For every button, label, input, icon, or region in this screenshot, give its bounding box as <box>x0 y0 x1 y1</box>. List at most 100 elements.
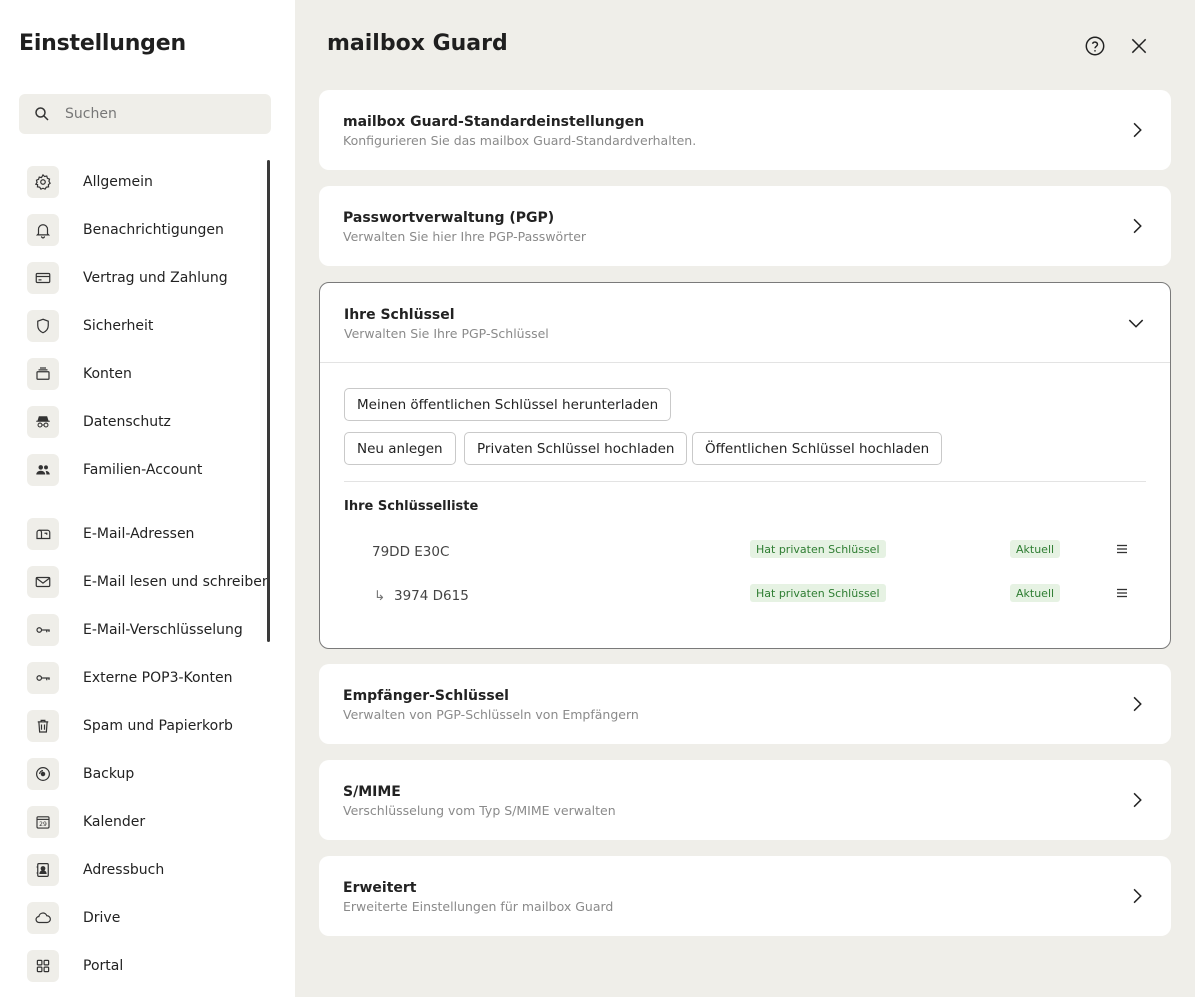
card-smime[interactable]: S/MIME Verschlüsselung vom Typ S/MIME ve… <box>319 760 1171 840</box>
upload-public-key-button[interactable]: Öffentlichen Schlüssel hochladen <box>692 432 943 465</box>
shield-icon <box>27 310 59 342</box>
private-key-badge: Hat privaten Schlüssel <box>750 540 886 558</box>
sidebar-item-adressbuch[interactable]: Adressbuch <box>27 854 267 886</box>
credit-card-icon <box>27 262 59 294</box>
upload-private-key-button[interactable]: Privaten Schlüssel hochladen <box>464 432 688 465</box>
settings-sidebar: Einstellungen Allgemein Benachrichtigung… <box>0 0 295 997</box>
contact-book-icon <box>27 854 59 886</box>
people-icon <box>27 454 59 486</box>
card-your-keys-header[interactable]: Ihre Schlüssel Verwalten Sie Ihre PGP-Sc… <box>320 283 1170 363</box>
sidebar-item-label: E-Mail-Verschlüsselung <box>83 622 243 638</box>
private-key-badge: Hat privaten Schlüssel <box>750 584 886 602</box>
stack-icon <box>27 358 59 390</box>
sidebar-item-e-mail-adressen[interactable]: E-Mail-Adressen <box>27 518 267 550</box>
card-recipient-keys[interactable]: Empfänger-Schlüssel Verwalten von PGP-Sc… <box>319 664 1171 744</box>
sidebar-item-benachrichtigungen[interactable]: Benachrichtigungen <box>27 214 267 246</box>
sidebar-item-label: Benachrichtigungen <box>83 222 224 238</box>
key-list-row: 79DD E30C Hat privaten Schlüssel Aktuell <box>344 540 1146 564</box>
help-icon <box>1085 36 1105 56</box>
card-advanced[interactable]: Erweitert Erweiterte Einstellungen für m… <box>319 856 1171 936</box>
sidebar-item-drive[interactable]: Drive <box>27 902 267 934</box>
card-title: Passwortverwaltung (PGP) <box>343 210 555 226</box>
close-button[interactable] <box>1127 34 1151 58</box>
key-list-title: Ihre Schlüsselliste <box>344 499 479 514</box>
key-list-row: ↳ 3974 D615 Hat privaten Schlüssel Aktue… <box>344 584 1146 608</box>
main-panel: mailbox Guard mailbox Guard-Standardeins… <box>295 0 1195 997</box>
sidebar-item-label: Vertrag und Zahlung <box>83 270 228 286</box>
search-box[interactable] <box>19 94 271 134</box>
chevron-right-icon <box>1133 696 1142 712</box>
sidebar-item-label: Sicherheit <box>83 318 154 334</box>
sidebar-item-label: Adressbuch <box>83 862 165 878</box>
status-badge: Aktuell <box>1010 584 1061 602</box>
card-guard-defaults[interactable]: mailbox Guard-Standardeinstellungen Konf… <box>319 90 1171 170</box>
cloud-icon <box>27 902 59 934</box>
hamburger-menu-icon[interactable] <box>1114 541 1130 557</box>
sidebar-item-label: Konten <box>83 366 132 382</box>
sidebar-item-backup[interactable]: Backup <box>27 758 267 790</box>
sidebar-item-vertrag-und-zahlung[interactable]: Vertrag und Zahlung <box>27 262 267 294</box>
sidebar-item-label: E-Mail lesen und schreiben <box>83 574 271 590</box>
sidebar-item-label: Spam und Papierkorb <box>83 718 233 734</box>
chevron-right-icon <box>1133 888 1142 904</box>
key-id: 79DD E30C <box>372 544 450 560</box>
sidebar-item-sicherheit[interactable]: Sicherheit <box>27 310 267 342</box>
sidebar-item-portal[interactable]: Portal <box>27 950 267 982</box>
sidebar-item-kalender[interactable]: 29 Kalender <box>27 806 267 838</box>
create-new-key-button[interactable]: Neu anlegen <box>344 432 456 465</box>
sidebar-item-label: Portal <box>83 958 124 974</box>
sidebar-item-label: Datenschutz <box>83 414 171 430</box>
page-title: mailbox Guard <box>327 31 508 56</box>
sidebar-item-datenschutz[interactable]: Datenschutz <box>27 406 267 438</box>
download-public-key-button[interactable]: Meinen öffentlichen Schlüssel herunterla… <box>344 388 672 421</box>
sidebar-item-e-mail-verschluesselung[interactable]: E-Mail-Verschlüsselung <box>27 614 267 646</box>
key-icon <box>27 614 59 646</box>
card-subtitle: Verschlüsselung vom Typ S/MIME verwalten <box>343 803 616 818</box>
key-icon <box>27 662 59 694</box>
card-subtitle: Verwalten Sie hier Ihre PGP-Passwörter <box>343 229 587 244</box>
incognito-icon <box>27 406 59 438</box>
sidebar-item-label: Familien-Account <box>83 462 203 478</box>
sidebar-item-label: Backup <box>83 766 135 782</box>
card-title: S/MIME <box>343 784 401 800</box>
trash-icon <box>27 710 59 742</box>
sidebar-item-label: Externe POP3-Konten <box>83 670 233 686</box>
sidebar-item-label: Drive <box>83 910 121 926</box>
card-your-keys: Ihre Schlüssel Verwalten Sie Ihre PGP-Sc… <box>319 282 1171 649</box>
card-title: Erweitert <box>343 880 417 896</box>
sidebar-item-externe-pop3-konten[interactable]: Externe POP3-Konten <box>27 662 267 694</box>
close-icon <box>1131 38 1147 54</box>
search-icon <box>35 107 49 121</box>
mailbox-icon <box>27 518 59 550</box>
calendar-icon: 29 <box>27 806 59 838</box>
sidebar-item-familien-account[interactable]: Familien-Account <box>27 454 267 486</box>
card-subtitle: Verwalten von PGP-Schlüsseln von Empfäng… <box>343 707 639 722</box>
grid-icon <box>27 950 59 982</box>
sidebar-title: Einstellungen <box>19 31 186 56</box>
subkey-arrow: ↳ <box>374 588 386 604</box>
sidebar-item-konten[interactable]: Konten <box>27 358 267 390</box>
key-id: 3974 D615 <box>394 588 469 604</box>
search-input[interactable] <box>65 106 245 122</box>
sidebar-item-allgemein[interactable]: Allgemein <box>27 166 267 198</box>
gear-icon <box>27 166 59 198</box>
card-title: mailbox Guard-Standardeinstellungen <box>343 114 645 130</box>
section-divider <box>344 481 1146 482</box>
card-subtitle: Erweiterte Einstellungen für mailbox Gua… <box>343 899 614 914</box>
sidebar-scrollbar[interactable] <box>267 160 270 642</box>
card-subtitle: Konfigurieren Sie das mailbox Guard-Stan… <box>343 133 697 148</box>
chevron-right-icon <box>1133 792 1142 808</box>
disc-icon <box>27 758 59 790</box>
card-title: Empfänger-Schlüssel <box>343 688 509 704</box>
chevron-right-icon <box>1133 122 1142 138</box>
status-badge: Aktuell <box>1010 540 1061 558</box>
chevron-right-icon <box>1133 218 1142 234</box>
help-button[interactable] <box>1083 34 1107 58</box>
sidebar-item-spam-und-papierkorb[interactable]: Spam und Papierkorb <box>27 710 267 742</box>
card-subtitle: Verwalten Sie Ihre PGP-Schlüssel <box>344 326 549 341</box>
hamburger-menu-icon[interactable] <box>1114 585 1130 601</box>
sidebar-item-label: E-Mail-Adressen <box>83 526 195 542</box>
sidebar-item-e-mail-lesen-und-schreiben[interactable]: E-Mail lesen und schreiben <box>27 566 271 598</box>
calendar-day-number: 29 <box>39 821 47 828</box>
card-password-management[interactable]: Passwortverwaltung (PGP) Verwalten Sie h… <box>319 186 1171 266</box>
